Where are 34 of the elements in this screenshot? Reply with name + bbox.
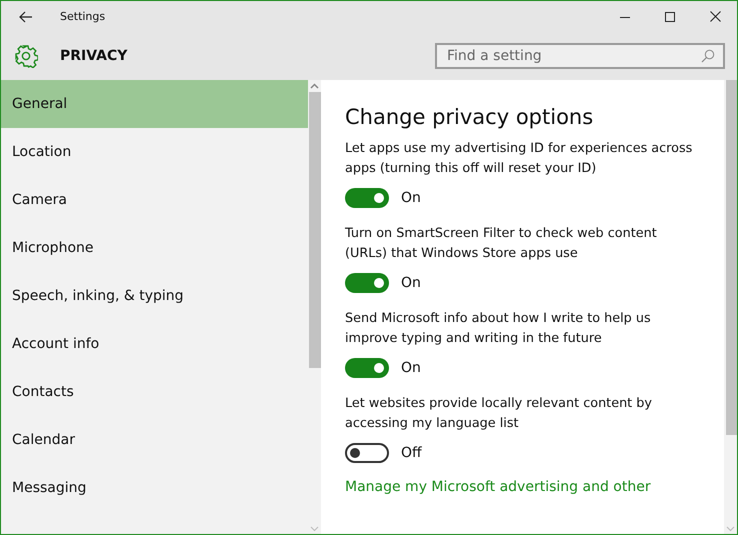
sidebar-item[interactable]: Account info (1, 320, 308, 368)
toggle-state-label: On (401, 275, 421, 291)
toggle-switch[interactable] (345, 188, 389, 208)
close-icon[interactable] (710, 11, 721, 22)
toggle-state-label: On (401, 360, 421, 376)
maximize-icon[interactable] (665, 12, 675, 22)
option-description: Let websites provide locally relevant content by accessing my language list (345, 395, 653, 433)
sidebar-item[interactable]: Messaging (1, 464, 308, 512)
back-arrow-icon[interactable] (19, 10, 33, 22)
sidebar-item[interactable]: Speech, inking, & typing (1, 272, 308, 320)
page-title: PRIVACY (60, 48, 128, 64)
sidebar-item[interactable]: Contacts (1, 368, 308, 416)
toggle-switch[interactable] (345, 443, 389, 463)
scrollbar-thumb[interactable] (726, 80, 737, 435)
toggle-switch[interactable] (345, 358, 389, 378)
toggle-switch[interactable] (345, 273, 389, 293)
sidebar-item[interactable]: Calendar (1, 416, 308, 464)
option-description: Send Microsoft info about how I write to help us improve typing and writing in the future (345, 310, 652, 348)
gear-icon (14, 44, 38, 68)
scroll-up-icon[interactable] (310, 83, 319, 89)
option-description: Let apps use my advertising ID for experiences across apps (turning this off will reset your ID) (345, 140, 694, 178)
advertising-settings-link[interactable]: Manage my Microsoft advertising and other (345, 479, 702, 495)
search-field[interactable]: Find a setting (435, 43, 725, 69)
sidebar-item[interactable]: Microphone (1, 224, 308, 272)
section-heading: Change privacy options (345, 105, 594, 129)
toggle-state-label: On (401, 190, 421, 206)
toggle-state-label: Off (401, 445, 422, 461)
search-icon[interactable] (701, 49, 715, 63)
scrollbar-thumb[interactable] (309, 92, 321, 368)
sidebar-item[interactable]: Camera (1, 176, 308, 224)
sidebar-item[interactable]: Location (1, 128, 308, 176)
option-description: Turn on SmartScreen Filter to check web content (URLs) that Windows Store apps use (345, 225, 658, 263)
window-title: Settings (60, 10, 106, 23)
sidebar-item[interactable]: General (1, 80, 308, 128)
